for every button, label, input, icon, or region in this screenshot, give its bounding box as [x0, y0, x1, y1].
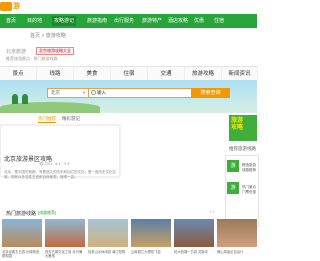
nav-item-stay[interactable]: 住宿: [212, 16, 226, 26]
tab-travelogue[interactable]: 精彩游记: [62, 116, 80, 122]
route-card[interactable]: [2, 219, 42, 247]
logo-text[interactable]: 游: [13, 1, 20, 11]
search-input-value: 输入: [97, 90, 106, 95]
lines-tag[interactable]: [线路推荐]: [38, 210, 56, 216]
route-caption[interactable]: 北京经典五日游 长城故宫颐和园: [2, 250, 42, 258]
route-card[interactable]: [217, 219, 257, 247]
route-card[interactable]: [45, 219, 85, 247]
nav-item-specialties[interactable]: 旅游特产: [140, 16, 164, 26]
tree-icon: [22, 94, 28, 104]
guide-badge[interactable]: 北京旅游攻略大全: [36, 47, 74, 55]
route-card[interactable]: [88, 219, 128, 247]
breadcrumb[interactable]: 首页 > 旅游攻略: [30, 32, 66, 39]
article-meta: 👁 2021 · ♥ 4 · ✎ 5: [39, 162, 70, 166]
category-routes[interactable]: 线路: [37, 67, 74, 81]
ad-text[interactable]: 热门景点门票优惠: [242, 185, 257, 195]
search-icon: [91, 90, 96, 95]
route-image: [2, 219, 42, 247]
sidebar-title: 推荐旅游线路: [229, 146, 256, 151]
sub-header: 北京旅游 北京旅游攻略大全 推荐旅游景点 · 热门旅游线路: [0, 44, 257, 62]
route-cards: 北京经典五日游 长城故宫颐和园 西安古城文化之旅 兵马俑大雁塔 桂林山水休闲游 …: [0, 217, 257, 261]
promo-line-1: 旅游: [231, 118, 244, 124]
route-image: [217, 219, 257, 247]
article-card[interactable]: 北京旅游景区攻略 👁 2021 · ♥ 4 · ✎ 5 北京，是中国的首都，有着…: [0, 125, 120, 179]
nav-item-guides[interactable]: 攻略游记: [52, 16, 77, 26]
route-caption[interactable]: 桂林山水休闲游 漓江阳朔: [88, 250, 128, 254]
route-image: [45, 219, 85, 247]
promo-text: 旅游 攻略: [231, 118, 243, 132]
nav-item-hotels[interactable]: 酒店攻略: [166, 16, 190, 26]
nav-item-services[interactable]: 出行服务: [112, 16, 136, 26]
city-select-value: 北京: [51, 90, 60, 95]
chevron-down-icon: ▼: [82, 90, 86, 95]
nav-item-destination[interactable]: 目的地: [25, 16, 44, 26]
nav-item-home[interactable]: 首页: [4, 16, 18, 26]
route-card[interactable]: [131, 219, 171, 247]
location-label: 北京旅游: [6, 49, 27, 55]
tab-hot[interactable]: 热门推荐: [38, 116, 56, 123]
logo-icon[interactable]: [0, 2, 12, 11]
nav-item-deals[interactable]: 优惠: [192, 16, 206, 26]
nav-item-travel-guide[interactable]: 旅游指南: [85, 16, 109, 26]
search-input[interactable]: 输入: [88, 88, 200, 98]
category-stay[interactable]: 住宿: [111, 67, 148, 81]
category-transport[interactable]: 交通: [148, 67, 185, 81]
route-caption[interactable]: 杭州西湖一日游 灵隐寺: [174, 250, 214, 254]
category-guides[interactable]: 旅游攻略: [185, 67, 222, 81]
route-card[interactable]: [174, 219, 214, 247]
promo-line-2: 攻略: [231, 125, 244, 131]
category-news[interactable]: 新闻资讯: [222, 67, 258, 81]
route-image: [88, 219, 128, 247]
city-select[interactable]: 北京 ▼: [47, 88, 89, 98]
ad-badge[interactable]: 游: [227, 160, 239, 172]
tree-icon: [12, 94, 18, 104]
article-desc: 北京，是中国的首都，有着悠久的历史和灿烂的文化，是一座历史文化名城，拥有众多名胜…: [4, 170, 116, 179]
ad-text[interactable]: 精选旅游线路推荐: [242, 163, 257, 173]
category-sights[interactable]: 景点: [0, 67, 37, 81]
lines-pager[interactable]: ‹ ›: [210, 209, 222, 215]
route-caption[interactable]: 云南丽江大理双飞游: [131, 250, 171, 254]
route-image: [131, 219, 171, 247]
route-caption[interactable]: 黄山风景区自由行: [217, 250, 257, 254]
lines-title: 热门旅游线路: [6, 211, 37, 217]
route-caption[interactable]: 西安古城文化之旅 兵马俑大雁塔: [45, 250, 85, 258]
search-button[interactable]: 搜索查询: [191, 88, 230, 98]
main-nav: 首页 目的地 攻略游记 旅游指南 出行服务 旅游特产 酒店攻略 优惠 住宿: [0, 14, 257, 28]
sub-header-line: 推荐旅游景点 · 热门旅游线路: [6, 56, 58, 61]
category-food[interactable]: 美食: [74, 67, 111, 81]
ad-badge[interactable]: 游: [227, 182, 239, 194]
top-bar: 游: [0, 0, 257, 14]
route-image: [174, 219, 214, 247]
